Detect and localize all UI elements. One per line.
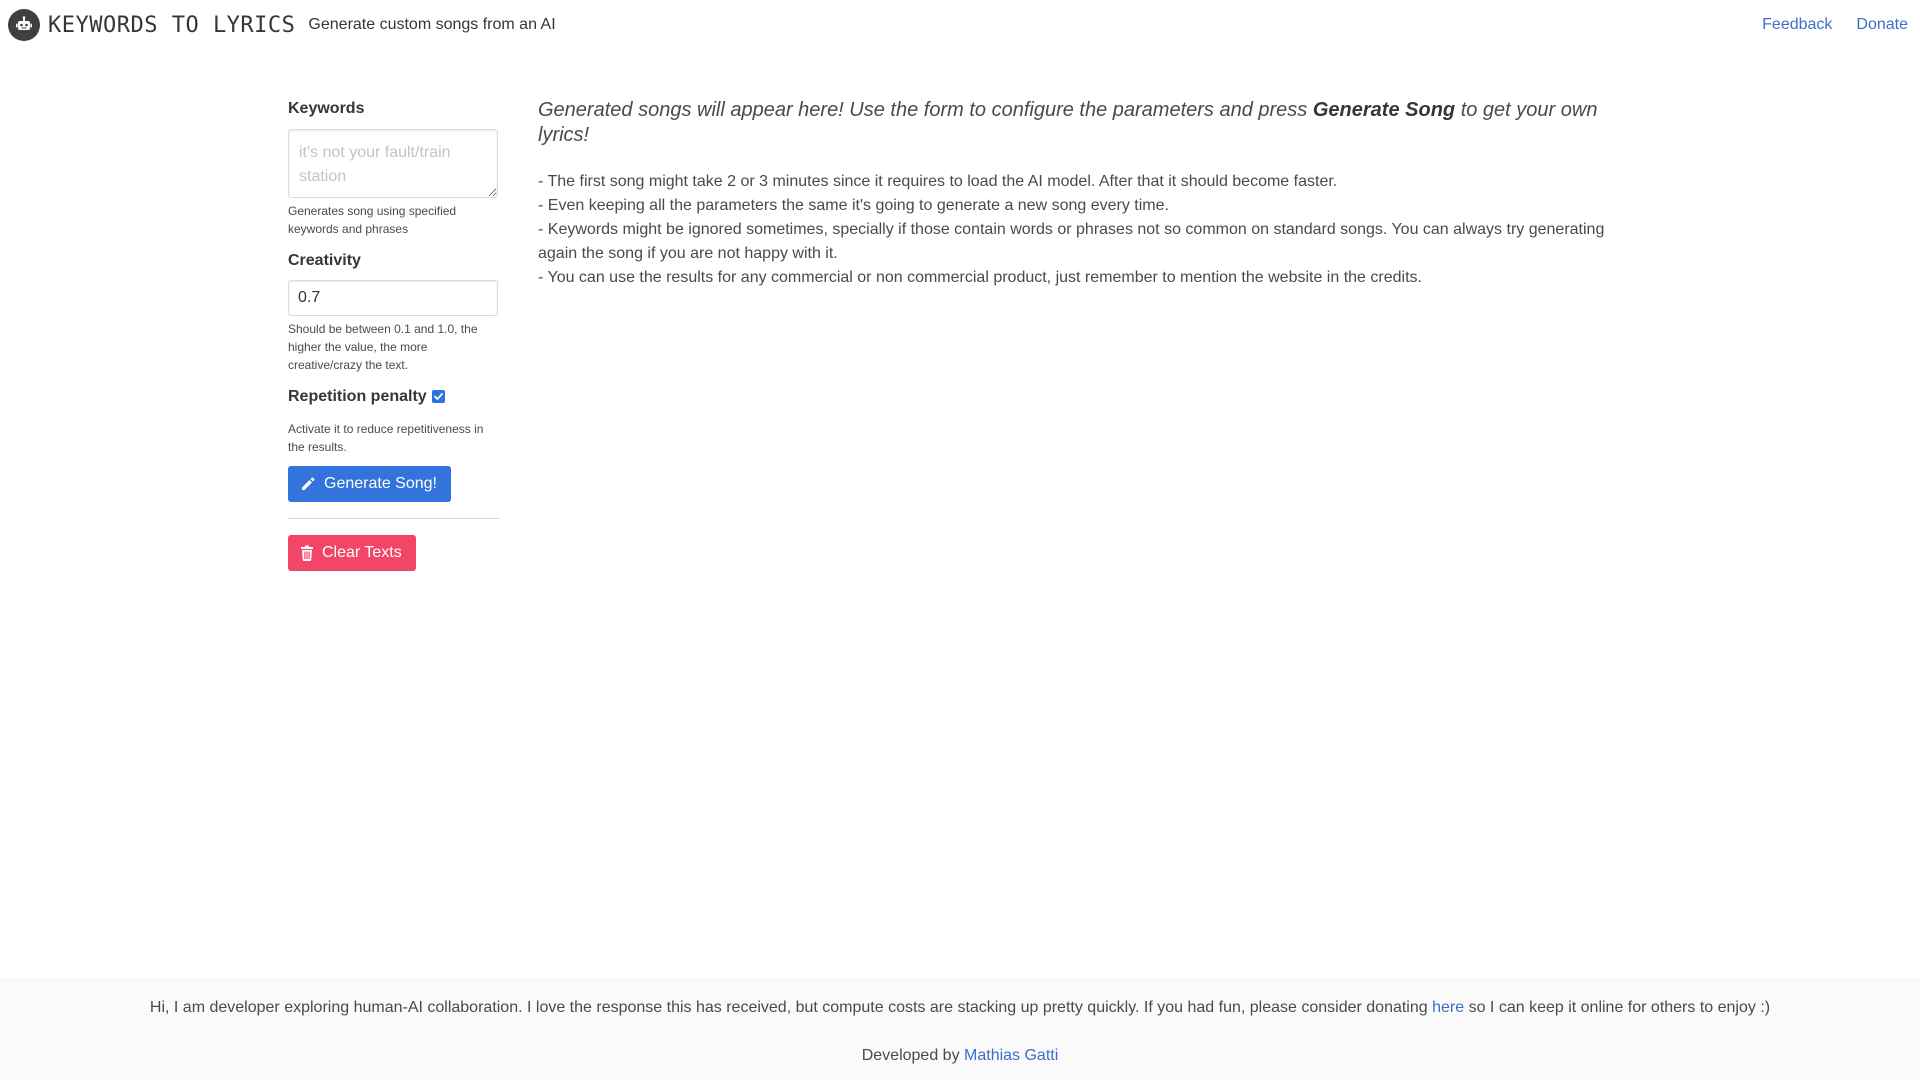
trash-icon	[300, 545, 314, 561]
keywords-label: Keywords	[288, 100, 365, 117]
pencil-icon	[300, 476, 316, 492]
footer-credit: Developed by Mathias Gatti	[0, 1044, 1920, 1068]
credit-prefix: Developed by	[861, 1047, 965, 1064]
repetition-checkbox[interactable]	[431, 389, 445, 403]
note-item: - Keywords might be ignored sometimes, s…	[538, 221, 1605, 262]
intro-text: Generated songs will appear here! Use th…	[538, 98, 1613, 148]
repetition-label: Repetition penalty	[288, 388, 427, 405]
keywords-input[interactable]	[288, 129, 498, 198]
usage-notes: - The first song might take 2 or 3 minut…	[538, 170, 1613, 290]
generate-song-label: Generate Song!	[324, 475, 437, 492]
divider	[288, 518, 500, 519]
footer-message-start: Hi, I am developer exploring human-AI co…	[149, 999, 1433, 1016]
creativity-input[interactable]	[288, 280, 498, 316]
app-title: KEYWORDS TO LYRICS	[48, 12, 296, 38]
note-item: - The first song might take 2 or 3 minut…	[538, 173, 1338, 190]
footer-message-end: so I can keep it online for others to en…	[1464, 999, 1771, 1016]
creativity-label: Creativity	[288, 252, 361, 269]
song-form: Keywords Generates song using specified …	[288, 100, 500, 571]
intro-text-start: Generated songs will appear here! Use th…	[538, 99, 1313, 121]
note-item: - Even keeping all the parameters the sa…	[538, 197, 1169, 214]
navbar: KEYWORDS TO LYRICS Generate custom songs…	[0, 0, 1920, 50]
feedback-link[interactable]: Feedback	[1762, 16, 1832, 34]
creativity-help: Should be between 0.1 and 1.0, the highe…	[288, 322, 478, 372]
repetition-row: Repetition penalty	[288, 388, 500, 406]
note-item: - You can use the results for any commer…	[538, 269, 1422, 286]
intro-text-bold: Generate Song	[1312, 99, 1456, 121]
keywords-help: Generates song using specified keywords …	[288, 204, 457, 236]
footer: Hi, I am developer exploring human-AI co…	[0, 978, 1920, 1080]
app-tagline: Generate custom songs from an AI	[308, 16, 556, 33]
repetition-help: Activate it to reduce repetitiveness in …	[288, 422, 484, 454]
clear-texts-button[interactable]: Clear Texts	[288, 535, 416, 571]
donate-here-link[interactable]: here	[1432, 999, 1464, 1016]
developer-link[interactable]: Mathias Gatti	[964, 1047, 1058, 1064]
generate-song-button[interactable]: Generate Song!	[288, 466, 451, 502]
donate-link[interactable]: Donate	[1856, 16, 1908, 34]
check-icon	[433, 392, 443, 400]
song-output: Generated songs will appear here! Use th…	[538, 98, 1613, 290]
clear-texts-label: Clear Texts	[322, 544, 402, 561]
footer-message: Hi, I am developer exploring human-AI co…	[0, 996, 1920, 1020]
brand[interactable]: KEYWORDS TO LYRICS Generate custom songs…	[8, 0, 556, 50]
robot-icon	[8, 9, 40, 41]
nav-links: Feedback Donate	[1738, 0, 1908, 50]
